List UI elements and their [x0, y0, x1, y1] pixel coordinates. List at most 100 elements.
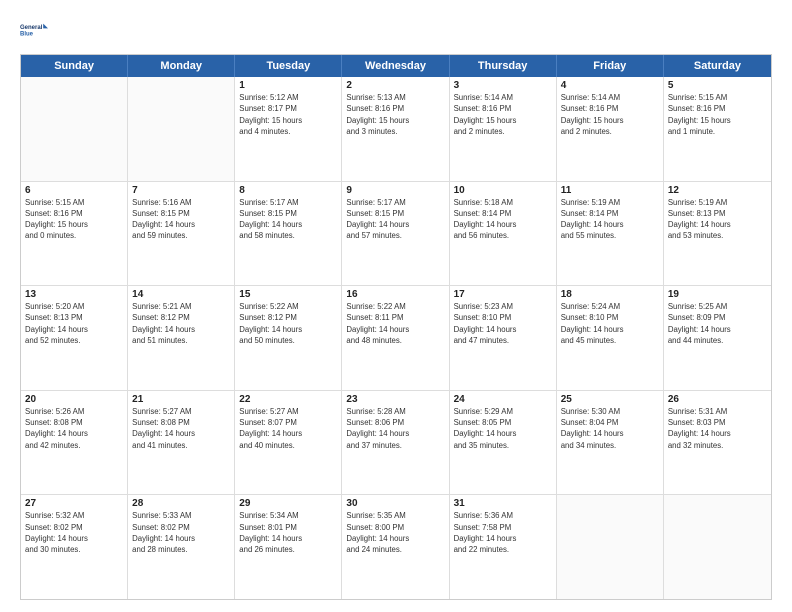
- calendar-cell: 23Sunrise: 5:28 AM Sunset: 8:06 PM Dayli…: [342, 391, 449, 495]
- day-number: 1: [239, 80, 337, 91]
- day-number: 12: [668, 185, 767, 196]
- calendar-cell: 20Sunrise: 5:26 AM Sunset: 8:08 PM Dayli…: [21, 391, 128, 495]
- day-number: 28: [132, 498, 230, 509]
- cell-info: Sunrise: 5:17 AM Sunset: 8:15 PM Dayligh…: [239, 197, 337, 242]
- day-number: 25: [561, 394, 659, 405]
- calendar-cell: 12Sunrise: 5:19 AM Sunset: 8:13 PM Dayli…: [664, 182, 771, 286]
- day-number: 13: [25, 289, 123, 300]
- day-number: 15: [239, 289, 337, 300]
- day-number: 14: [132, 289, 230, 300]
- calendar-cell: 25Sunrise: 5:30 AM Sunset: 8:04 PM Dayli…: [557, 391, 664, 495]
- calendar-cell: [664, 495, 771, 599]
- day-number: 6: [25, 185, 123, 196]
- calendar-cell: 10Sunrise: 5:18 AM Sunset: 8:14 PM Dayli…: [450, 182, 557, 286]
- calendar-cell: 4Sunrise: 5:14 AM Sunset: 8:16 PM Daylig…: [557, 77, 664, 181]
- page-header: GeneralBlue: [20, 16, 772, 44]
- calendar-cell: 13Sunrise: 5:20 AM Sunset: 8:13 PM Dayli…: [21, 286, 128, 390]
- header-day-friday: Friday: [557, 55, 664, 77]
- cell-info: Sunrise: 5:17 AM Sunset: 8:15 PM Dayligh…: [346, 197, 444, 242]
- header-day-saturday: Saturday: [664, 55, 771, 77]
- calendar-cell: 28Sunrise: 5:33 AM Sunset: 8:02 PM Dayli…: [128, 495, 235, 599]
- calendar: SundayMondayTuesdayWednesdayThursdayFrid…: [20, 54, 772, 600]
- svg-text:Blue: Blue: [20, 32, 34, 38]
- calendar-cell: 9Sunrise: 5:17 AM Sunset: 8:15 PM Daylig…: [342, 182, 449, 286]
- cell-info: Sunrise: 5:22 AM Sunset: 8:11 PM Dayligh…: [346, 301, 444, 346]
- calendar-cell: [21, 77, 128, 181]
- cell-info: Sunrise: 5:28 AM Sunset: 8:06 PM Dayligh…: [346, 406, 444, 451]
- day-number: 30: [346, 498, 444, 509]
- day-number: 17: [454, 289, 552, 300]
- day-number: 16: [346, 289, 444, 300]
- calendar-cell: 11Sunrise: 5:19 AM Sunset: 8:14 PM Dayli…: [557, 182, 664, 286]
- calendar-cell: 31Sunrise: 5:36 AM Sunset: 7:58 PM Dayli…: [450, 495, 557, 599]
- calendar-cell: 29Sunrise: 5:34 AM Sunset: 8:01 PM Dayli…: [235, 495, 342, 599]
- day-number: 9: [346, 185, 444, 196]
- day-number: 11: [561, 185, 659, 196]
- cell-info: Sunrise: 5:27 AM Sunset: 8:08 PM Dayligh…: [132, 406, 230, 451]
- cell-info: Sunrise: 5:15 AM Sunset: 8:16 PM Dayligh…: [25, 197, 123, 242]
- day-number: 2: [346, 80, 444, 91]
- calendar-cell: 7Sunrise: 5:16 AM Sunset: 8:15 PM Daylig…: [128, 182, 235, 286]
- calendar-cell: 16Sunrise: 5:22 AM Sunset: 8:11 PM Dayli…: [342, 286, 449, 390]
- cell-info: Sunrise: 5:23 AM Sunset: 8:10 PM Dayligh…: [454, 301, 552, 346]
- calendar-week-3: 13Sunrise: 5:20 AM Sunset: 8:13 PM Dayli…: [21, 285, 771, 390]
- day-number: 4: [561, 80, 659, 91]
- day-number: 18: [561, 289, 659, 300]
- calendar-cell: 21Sunrise: 5:27 AM Sunset: 8:08 PM Dayli…: [128, 391, 235, 495]
- header-day-monday: Monday: [128, 55, 235, 77]
- cell-info: Sunrise: 5:19 AM Sunset: 8:14 PM Dayligh…: [561, 197, 659, 242]
- cell-info: Sunrise: 5:18 AM Sunset: 8:14 PM Dayligh…: [454, 197, 552, 242]
- day-number: 29: [239, 498, 337, 509]
- calendar-cell: 8Sunrise: 5:17 AM Sunset: 8:15 PM Daylig…: [235, 182, 342, 286]
- calendar-cell: 18Sunrise: 5:24 AM Sunset: 8:10 PM Dayli…: [557, 286, 664, 390]
- calendar-cell: 6Sunrise: 5:15 AM Sunset: 8:16 PM Daylig…: [21, 182, 128, 286]
- day-number: 27: [25, 498, 123, 509]
- day-number: 19: [668, 289, 767, 300]
- svg-text:General: General: [20, 25, 43, 31]
- calendar-cell: 3Sunrise: 5:14 AM Sunset: 8:16 PM Daylig…: [450, 77, 557, 181]
- cell-info: Sunrise: 5:22 AM Sunset: 8:12 PM Dayligh…: [239, 301, 337, 346]
- cell-info: Sunrise: 5:13 AM Sunset: 8:16 PM Dayligh…: [346, 92, 444, 137]
- day-number: 23: [346, 394, 444, 405]
- cell-info: Sunrise: 5:26 AM Sunset: 8:08 PM Dayligh…: [25, 406, 123, 451]
- calendar-cell: 30Sunrise: 5:35 AM Sunset: 8:00 PM Dayli…: [342, 495, 449, 599]
- cell-info: Sunrise: 5:20 AM Sunset: 8:13 PM Dayligh…: [25, 301, 123, 346]
- cell-info: Sunrise: 5:14 AM Sunset: 8:16 PM Dayligh…: [454, 92, 552, 137]
- calendar-cell: 5Sunrise: 5:15 AM Sunset: 8:16 PM Daylig…: [664, 77, 771, 181]
- cell-info: Sunrise: 5:29 AM Sunset: 8:05 PM Dayligh…: [454, 406, 552, 451]
- header-day-wednesday: Wednesday: [342, 55, 449, 77]
- day-number: 20: [25, 394, 123, 405]
- calendar-week-2: 6Sunrise: 5:15 AM Sunset: 8:16 PM Daylig…: [21, 181, 771, 286]
- header-day-tuesday: Tuesday: [235, 55, 342, 77]
- cell-info: Sunrise: 5:30 AM Sunset: 8:04 PM Dayligh…: [561, 406, 659, 451]
- calendar-week-5: 27Sunrise: 5:32 AM Sunset: 8:02 PM Dayli…: [21, 494, 771, 599]
- cell-info: Sunrise: 5:27 AM Sunset: 8:07 PM Dayligh…: [239, 406, 337, 451]
- calendar-cell: 2Sunrise: 5:13 AM Sunset: 8:16 PM Daylig…: [342, 77, 449, 181]
- calendar-cell: 22Sunrise: 5:27 AM Sunset: 8:07 PM Dayli…: [235, 391, 342, 495]
- calendar-cell: [557, 495, 664, 599]
- logo: GeneralBlue: [20, 16, 52, 44]
- calendar-week-4: 20Sunrise: 5:26 AM Sunset: 8:08 PM Dayli…: [21, 390, 771, 495]
- cell-info: Sunrise: 5:25 AM Sunset: 8:09 PM Dayligh…: [668, 301, 767, 346]
- calendar-cell: 24Sunrise: 5:29 AM Sunset: 8:05 PM Dayli…: [450, 391, 557, 495]
- calendar-cell: 27Sunrise: 5:32 AM Sunset: 8:02 PM Dayli…: [21, 495, 128, 599]
- day-number: 26: [668, 394, 767, 405]
- day-number: 5: [668, 80, 767, 91]
- calendar-cell: 15Sunrise: 5:22 AM Sunset: 8:12 PM Dayli…: [235, 286, 342, 390]
- header-day-sunday: Sunday: [21, 55, 128, 77]
- cell-info: Sunrise: 5:19 AM Sunset: 8:13 PM Dayligh…: [668, 197, 767, 242]
- cell-info: Sunrise: 5:12 AM Sunset: 8:17 PM Dayligh…: [239, 92, 337, 137]
- day-number: 7: [132, 185, 230, 196]
- cell-info: Sunrise: 5:15 AM Sunset: 8:16 PM Dayligh…: [668, 92, 767, 137]
- calendar-body: 1Sunrise: 5:12 AM Sunset: 8:17 PM Daylig…: [21, 77, 771, 599]
- cell-info: Sunrise: 5:14 AM Sunset: 8:16 PM Dayligh…: [561, 92, 659, 137]
- day-number: 10: [454, 185, 552, 196]
- cell-info: Sunrise: 5:36 AM Sunset: 7:58 PM Dayligh…: [454, 510, 552, 555]
- cell-info: Sunrise: 5:16 AM Sunset: 8:15 PM Dayligh…: [132, 197, 230, 242]
- calendar-cell: 26Sunrise: 5:31 AM Sunset: 8:03 PM Dayli…: [664, 391, 771, 495]
- cell-info: Sunrise: 5:33 AM Sunset: 8:02 PM Dayligh…: [132, 510, 230, 555]
- calendar-week-1: 1Sunrise: 5:12 AM Sunset: 8:17 PM Daylig…: [21, 77, 771, 181]
- day-number: 22: [239, 394, 337, 405]
- calendar-header: SundayMondayTuesdayWednesdayThursdayFrid…: [21, 55, 771, 77]
- day-number: 31: [454, 498, 552, 509]
